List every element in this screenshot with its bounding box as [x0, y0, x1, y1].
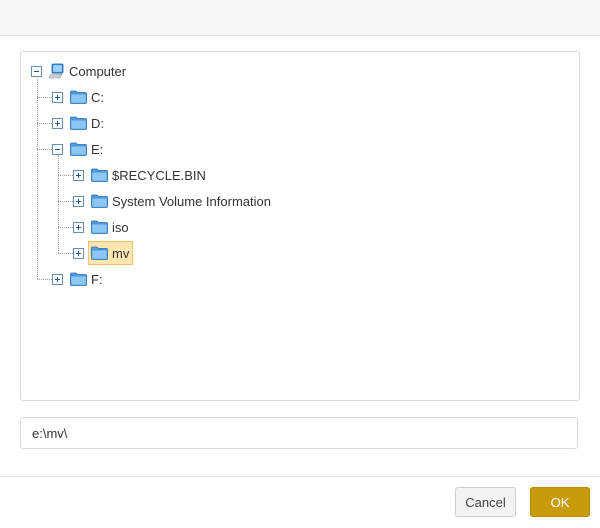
expand-toggle[interactable] — [73, 247, 84, 259]
tree-node-iso-body[interactable]: iso — [88, 215, 133, 239]
tree-guide-line — [58, 253, 73, 254]
tree-node-f-drive: F: — [52, 267, 107, 291]
computer-icon — [49, 63, 65, 79]
folder-icon — [70, 272, 87, 286]
expand-toggle[interactable] — [73, 221, 84, 233]
folder-icon — [91, 220, 108, 234]
folder-tree-panel[interactable]: Computer C: D: E: $RECYCLE.BIN System Vo… — [20, 51, 580, 401]
tree-node-c-drive: C: — [52, 85, 108, 109]
tree-node-system-volume-information-body[interactable]: System Volume Information — [88, 189, 275, 213]
tree-guide-line — [37, 149, 52, 150]
selected-path-input[interactable] — [20, 417, 578, 449]
folder-icon — [70, 90, 87, 104]
folder-icon — [70, 142, 87, 156]
folder-icon — [91, 168, 108, 182]
tree-guide-line — [37, 123, 52, 124]
tree-node-label: F: — [91, 271, 103, 287]
tree-node-c-drive-body[interactable]: C: — [67, 85, 108, 109]
tree-node-d-drive-body[interactable]: D: — [67, 111, 108, 135]
tree-node-mv: mv — [73, 241, 134, 265]
expand-toggle[interactable] — [52, 91, 63, 103]
expand-toggle[interactable] — [73, 195, 84, 207]
folder-icon — [70, 116, 87, 130]
tree-node-iso: iso — [73, 215, 133, 239]
tree-guide-line — [37, 97, 52, 98]
tree-guide-line — [58, 155, 59, 253]
ok-button[interactable]: OK — [530, 487, 590, 517]
collapse-toggle[interactable] — [52, 143, 63, 155]
folder-icon — [91, 246, 108, 260]
tree-node-e-drive-body[interactable]: E: — [67, 137, 107, 161]
tree-node-label: iso — [112, 219, 129, 235]
tree-node-label: C: — [91, 89, 104, 105]
tree-node-system-volume-information: System Volume Information — [73, 189, 275, 213]
tree-node-label: D: — [91, 115, 104, 131]
tree-guide-line — [58, 175, 73, 176]
tree-node-label: $RECYCLE.BIN — [112, 167, 206, 183]
tree-guide-line — [37, 279, 52, 280]
tree-node-f-drive-body[interactable]: F: — [67, 267, 107, 291]
tree-node-label: E: — [91, 141, 104, 157]
collapse-toggle[interactable] — [31, 65, 42, 77]
tree-node-recycle-bin-body[interactable]: $RECYCLE.BIN — [88, 163, 210, 187]
tree-node-label: System Volume Information — [112, 193, 271, 209]
cancel-button[interactable]: Cancel — [455, 487, 516, 517]
tree-node-computer-body[interactable]: Computer — [46, 59, 130, 83]
tree-node-label: Computer — [69, 63, 127, 79]
tree-node-recycle-bin: $RECYCLE.BIN — [73, 163, 210, 187]
expand-toggle[interactable] — [73, 169, 84, 181]
expand-toggle[interactable] — [52, 117, 63, 129]
folder-icon — [91, 194, 108, 208]
tree-node-mv-body[interactable]: mv — [88, 241, 134, 265]
tree-node-label: mv — [112, 245, 130, 261]
tree-guide-line — [58, 201, 73, 202]
dialog-title-bar — [0, 0, 600, 36]
tree-guide-line — [37, 78, 38, 279]
tree-node-computer: Computer — [31, 59, 130, 83]
tree-node-d-drive: D: — [52, 111, 108, 135]
tree-guide-line — [58, 227, 73, 228]
expand-toggle[interactable] — [52, 273, 63, 285]
tree-node-e-drive: E: — [52, 137, 107, 161]
